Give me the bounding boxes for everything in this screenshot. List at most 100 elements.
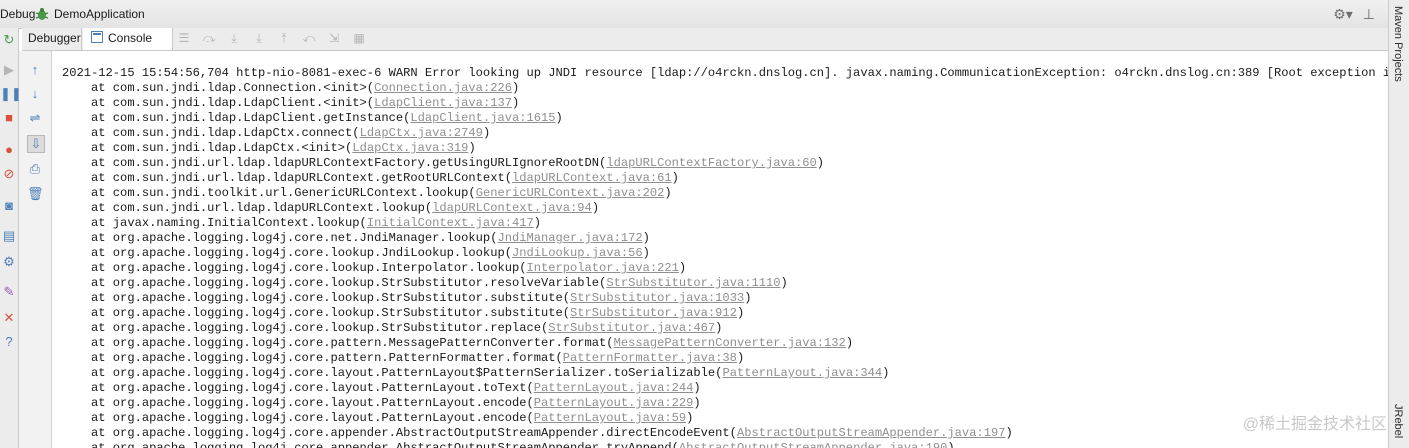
stack-frame-line: at com.sun.jndi.url.ldap.ldapURLContext.…: [62, 171, 679, 186]
paren-close: ): [882, 366, 890, 380]
stack-frame-text: at javax.naming.InitialContext.lookup(: [62, 216, 367, 230]
console-output[interactable]: 2021-12-15 15:54:56,704 http-nio-8081-ex…: [52, 51, 1389, 448]
source-link[interactable]: PatternLayout.java:244: [534, 381, 694, 395]
source-link[interactable]: AbstractOutputStreamAppender.java:190: [679, 441, 948, 448]
stack-frame-line: at com.sun.jndi.ldap.LdapCtx.connect(Lda…: [62, 126, 490, 141]
stack-frame-text: at com.sun.jndi.ldap.LdapClient.<init>(: [62, 96, 375, 110]
stack-frame-text: at org.apache.logging.log4j.core.net.Jnd…: [62, 231, 498, 245]
layout-icon[interactable]: ▤: [0, 228, 18, 244]
stack-frame-line: at org.apache.logging.log4j.core.lookup.…: [62, 306, 744, 321]
drop-frame-icon[interactable]: ⤺: [301, 31, 317, 46]
stack-frame-line: at org.apache.logging.log4j.core.layout.…: [62, 411, 693, 426]
step-over-icon[interactable]: ⤼: [201, 31, 217, 46]
stack-frame-line: at org.apache.logging.log4j.core.lookup.…: [62, 291, 751, 306]
paren-close: ): [744, 291, 752, 305]
stack-frame-text: at org.apache.logging.log4j.core.lookup.…: [62, 291, 571, 305]
step-out-icon[interactable]: ⤒: [276, 31, 292, 46]
camera-icon[interactable]: ◙: [0, 198, 18, 214]
source-link[interactable]: LdapClient.java:137: [374, 96, 512, 110]
tab-console[interactable]: Console →*: [83, 28, 173, 66]
stack-frame-text: at com.sun.jndi.toolkit.url.GenericURLCo…: [62, 186, 476, 200]
source-link[interactable]: ldapURLContextFactory.java:60: [606, 156, 816, 170]
source-link[interactable]: MessagePatternConverter.java:132: [614, 336, 846, 350]
up-stack-icon[interactable]: ↑: [27, 62, 43, 78]
stack-frame-line: at org.apache.logging.log4j.core.appende…: [62, 441, 955, 448]
source-link[interactable]: PatternFormatter.java:38: [563, 351, 737, 365]
source-link[interactable]: InitialContext.java:417: [367, 216, 534, 230]
maven-projects-tab[interactable]: Maven Projects: [1392, 6, 1404, 82]
stack-frame-line: at org.apache.logging.log4j.core.pattern…: [62, 336, 853, 351]
pin-icon[interactable]: ✎: [0, 284, 18, 300]
stack-frame-line: at org.apache.logging.log4j.core.layout.…: [62, 366, 889, 381]
view-breakpoints-icon[interactable]: ●: [0, 142, 18, 158]
source-link[interactable]: StrSubstitutor.java:912: [570, 306, 737, 320]
help-icon[interactable]: ?: [0, 334, 18, 350]
source-link[interactable]: GenericURLContext.java:202: [476, 186, 665, 200]
right-tool-stripe: Maven Projects JRebel: [1388, 0, 1409, 448]
paren-close: ): [686, 411, 694, 425]
debug-titlebar: Debug DemoApplication ⚙▾ ⊥: [0, 0, 1389, 29]
source-link[interactable]: PatternLayout.java:59: [534, 411, 686, 425]
resume-icon[interactable]: ▶: [0, 62, 18, 78]
source-link[interactable]: LdapCtx.java:319: [352, 141, 468, 155]
force-step-into-icon[interactable]: ⤓: [251, 31, 267, 46]
source-link[interactable]: Interpolator.java:221: [526, 261, 678, 275]
source-link[interactable]: JndiLookup.java:56: [512, 246, 643, 260]
rerun-icon[interactable]: ↻: [0, 32, 18, 48]
source-link[interactable]: StrSubstitutor.java:467: [548, 321, 715, 335]
stop-icon[interactable]: ■: [0, 110, 18, 126]
jrebel-tab[interactable]: JRebel: [1392, 404, 1404, 438]
step-into-icon[interactable]: ⤓: [226, 31, 242, 46]
clear-all-icon[interactable]: 🗑: [27, 186, 44, 202]
source-link[interactable]: JndiManager.java:172: [497, 231, 642, 245]
console-line: 2021-12-15 15:54:56,704 http-nio-8081-ex…: [62, 66, 1389, 80]
debug-label: Debug: [0, 7, 36, 21]
source-link[interactable]: ldapURLContext.java:61: [512, 171, 672, 185]
paren-close: ): [468, 141, 476, 155]
source-link[interactable]: StrSubstitutor.java:1110: [606, 276, 780, 290]
source-link[interactable]: AbstractOutputStreamAppender.java:197: [737, 426, 1006, 440]
stack-frame-text: at com.sun.jndi.ldap.LdapClient.getInsta…: [62, 111, 411, 125]
stack-frame-text: at com.sun.jndi.url.ldap.ldapURLContext.…: [62, 171, 512, 185]
debug-actions-bar: ↻ ▶ ❚❚ ■ ● ⊘ ◙ ▤ ⚙ ✎ ✕ ?: [0, 28, 22, 448]
scroll-to-end-icon[interactable]: ⇩: [27, 135, 45, 153]
source-link[interactable]: PatternLayout.java:229: [534, 396, 694, 410]
paren-close: ): [642, 231, 650, 245]
paren-close: ): [533, 216, 541, 230]
stack-frame-text: at com.sun.jndi.url.ldap.ldapURLContextF…: [62, 156, 607, 170]
source-link[interactable]: LdapCtx.java:2749: [360, 126, 483, 140]
console-icon: [91, 31, 103, 43]
source-link[interactable]: LdapClient.java:1615: [410, 111, 555, 125]
source-link[interactable]: Connection.java:226: [374, 81, 512, 95]
print-icon[interactable]: ⎙: [27, 161, 43, 177]
evaluate-expression-icon[interactable]: ▦: [351, 31, 367, 46]
paren-close: ): [642, 246, 650, 260]
close-icon[interactable]: ✕: [0, 310, 18, 326]
paren-close: ): [664, 186, 672, 200]
stack-frame-text: at org.apache.logging.log4j.core.lookup.…: [62, 246, 512, 260]
down-stack-icon[interactable]: ↓: [27, 86, 43, 102]
show-execution-point-icon[interactable]: ☰: [176, 31, 192, 46]
titlebar-tools: ⚙▾ ⊥: [1333, 6, 1375, 23]
step-toolbar: ☰ ⤼ ⤓ ⤓ ⤒ ⤺ ⇲ ▦: [176, 31, 367, 46]
stack-frame-line: at org.apache.logging.log4j.core.lookup.…: [62, 261, 686, 276]
source-link[interactable]: StrSubstitutor.java:1033: [570, 291, 744, 305]
mute-breakpoints-icon[interactable]: ⊘: [0, 166, 18, 182]
stack-frame-line: at org.apache.logging.log4j.core.pattern…: [62, 351, 744, 366]
run-to-cursor-icon[interactable]: ⇲: [326, 31, 342, 46]
source-link[interactable]: PatternLayout.java:344: [722, 366, 882, 380]
stack-frame-text: at com.sun.jndi.ldap.LdapCtx.connect(: [62, 126, 360, 140]
bug-icon: [35, 8, 49, 20]
source-link[interactable]: ldapURLContext.java:94: [432, 201, 592, 215]
stack-frame-line: at com.sun.jndi.ldap.LdapClient.getInsta…: [62, 111, 563, 126]
tab-debugger[interactable]: Debugger: [22, 28, 82, 50]
soft-wrap-icon[interactable]: ⇌: [27, 110, 43, 126]
stack-frame-text: at org.apache.logging.log4j.core.pattern…: [62, 351, 563, 365]
stack-frame-line: at com.sun.jndi.url.ldap.ldapURLContextF…: [62, 156, 824, 171]
gear-icon[interactable]: ⚙▾: [1333, 6, 1353, 23]
pause-icon[interactable]: ❚❚: [0, 86, 22, 102]
paren-close: ): [736, 351, 745, 365]
stack-frame-line: at org.apache.logging.log4j.core.appende…: [62, 426, 1013, 441]
settings-icon[interactable]: ⚙: [0, 254, 18, 270]
hide-panel-icon[interactable]: ⊥: [1363, 6, 1375, 23]
